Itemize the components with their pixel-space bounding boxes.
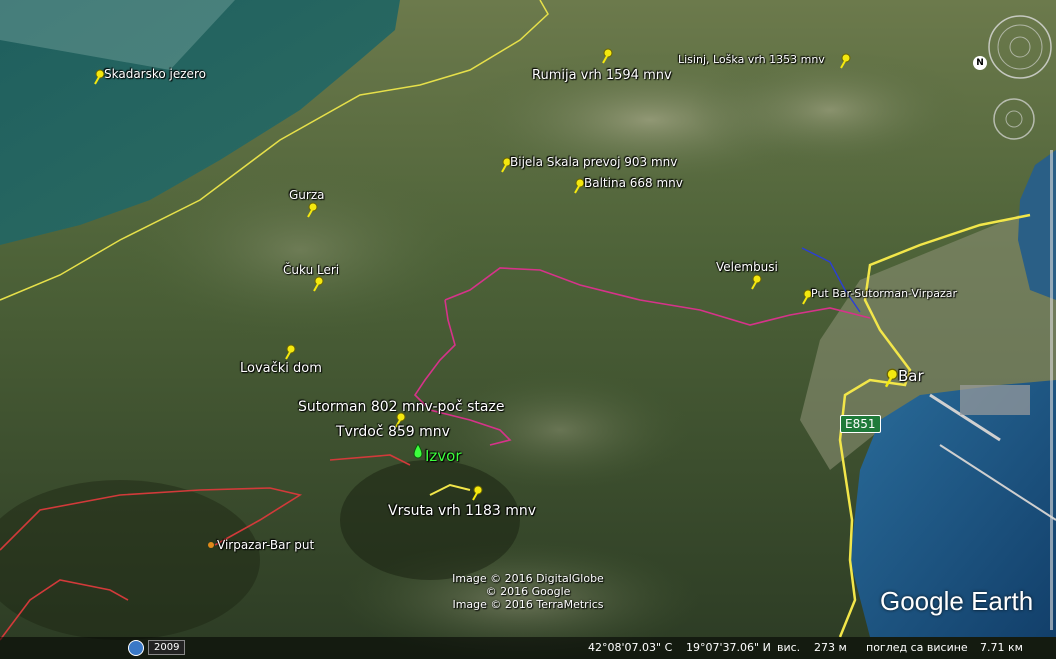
imagery-credits: Image © 2016 DigitalGlobe © 2016 Google …	[440, 572, 616, 611]
pushpin-icon	[472, 485, 483, 501]
elevation-readout: 273 м	[814, 641, 847, 654]
latitude-readout: 42°08'07.03" С	[588, 641, 673, 654]
placemark-label: Tvrdoč 859 mnv	[336, 424, 450, 440]
look-control[interactable]	[987, 14, 1053, 80]
pushpin-icon	[307, 202, 318, 218]
placemark-label: Izvor	[425, 447, 462, 465]
credit-line: Image © 2016 DigitalGlobe	[452, 572, 604, 585]
map-view[interactable]	[0, 0, 1056, 659]
placemark-label: Gurza	[289, 188, 325, 202]
clock-icon[interactable]	[128, 639, 144, 656]
ridge-north	[690, 50, 970, 170]
placemark-label: Bar	[898, 367, 924, 385]
credit-line: © 2016 Google	[485, 585, 571, 598]
pushpin-icon	[285, 344, 296, 360]
dot-icon	[208, 542, 214, 548]
eye-altitude-label: поглед са висине	[866, 641, 968, 654]
placemark-label: Rumija vrh 1594 mnv	[532, 68, 672, 83]
placemark-label: Čuku Leri	[283, 263, 340, 277]
water-drop-icon	[413, 443, 423, 459]
placemark-label: Vrsuta vrh 1183 mnv	[388, 503, 537, 519]
eye-altitude-readout: 7.71 км	[980, 641, 1023, 654]
placemark-label: Put Bar-Sutorman-Virpazar	[811, 287, 957, 300]
pushpin-icon	[313, 276, 324, 292]
compass-north-icon[interactable]: N	[973, 56, 987, 70]
shadow-1	[340, 460, 520, 580]
zoom-slider[interactable]	[1050, 150, 1053, 630]
placemark-label: Baltina 668 mnv	[584, 176, 683, 190]
pushpin-icon	[840, 53, 851, 69]
elevation-label: вис.	[777, 641, 801, 654]
placemark-label: Sutorman 802 mnv-poč staze	[298, 399, 505, 415]
port-area	[960, 385, 1030, 415]
ridge-west	[120, 160, 480, 340]
placemark-label: Lisinj, Loška vrh 1353 mnv	[678, 53, 825, 66]
google-earth-logo: Google Earth	[880, 586, 1034, 616]
historical-imagery[interactable]: 2009	[128, 639, 186, 656]
move-control[interactable]	[992, 97, 1036, 141]
credit-line: Image © 2016 TerraMetrics	[452, 598, 604, 611]
placemark-label: Lovački dom	[240, 361, 322, 376]
pushpin-icon	[751, 274, 762, 290]
pushpin-icon	[602, 48, 613, 64]
placemark-label: Virpazar-Bar put	[217, 538, 315, 552]
placemark-label: Velembusi	[716, 260, 778, 274]
road-shield-e851: E851	[840, 415, 881, 433]
placemark-label: Bijela Skala prevoj 903 mnv	[510, 155, 678, 169]
longitude-readout: 19°07'37.06" И	[686, 641, 771, 654]
placemark-label: Skadarsko jezero	[104, 67, 206, 81]
imagery-year: 2009	[148, 640, 186, 655]
